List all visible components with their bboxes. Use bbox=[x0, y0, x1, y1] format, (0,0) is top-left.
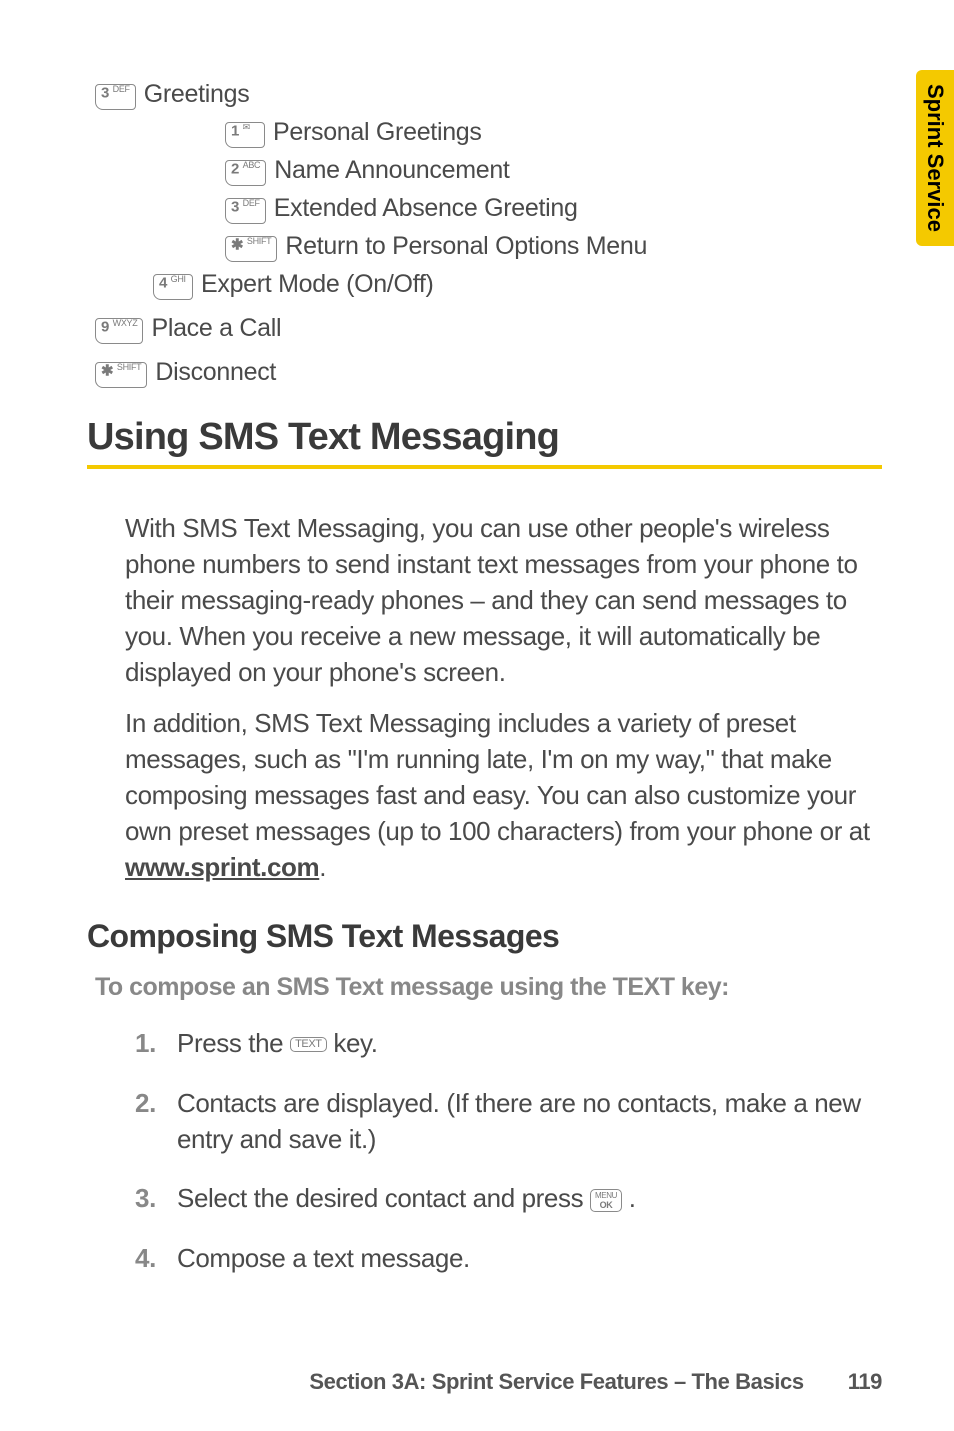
footer-section: Section 3A: Sprint Service Features – Th… bbox=[309, 1369, 803, 1395]
menu-item-greetings: 3 DEF Greetings bbox=[95, 80, 882, 110]
menu-label: Extended Absence Greeting bbox=[274, 194, 578, 223]
menu-item-expert-mode: 4 GHI Expert Mode (On/Off) bbox=[153, 270, 882, 300]
step3-text-b: . bbox=[622, 1183, 636, 1213]
menu-item-place-call: 9 WXYZ Place a Call bbox=[95, 314, 882, 344]
para2-text-a: In addition, SMS Text Messaging includes… bbox=[125, 708, 870, 846]
paragraph-1: With SMS Text Messaging, you can use oth… bbox=[125, 511, 882, 690]
step-2: Contacts are displayed. (If there are no… bbox=[135, 1086, 882, 1158]
step-3: Select the desired contact and press MEN… bbox=[135, 1181, 882, 1217]
page-content: 3 DEF Greetings 1 ✉ Personal Greetings 2… bbox=[0, 0, 954, 1277]
key-1-icon: 1 ✉ bbox=[225, 122, 265, 148]
key-4-icon: 4 GHI bbox=[153, 274, 193, 300]
menu-label: Return to Personal Options Menu bbox=[285, 232, 647, 261]
para2-text-b: . bbox=[319, 852, 326, 882]
key-3-icon: 3 DEF bbox=[95, 84, 136, 110]
menu-label: Name Announcement bbox=[274, 156, 509, 185]
subheading: Composing SMS Text Messages bbox=[87, 918, 882, 955]
step-4: Compose a text message. bbox=[135, 1241, 882, 1277]
step1-text-a: Press the bbox=[177, 1028, 290, 1058]
section-tab: Sprint Service bbox=[916, 70, 954, 246]
key-star-icon: ✱ SHIFT bbox=[225, 236, 277, 262]
key-star-icon: ✱ SHIFT bbox=[95, 362, 147, 388]
menu-item-extended-absence: 3 DEF Extended Absence Greeting bbox=[225, 194, 882, 224]
menu-ok-key-icon: MENUOK bbox=[590, 1189, 622, 1213]
page-number: 119 bbox=[848, 1369, 882, 1395]
menu-item-personal-greetings: 1 ✉ Personal Greetings bbox=[225, 118, 882, 148]
menu-label: Place a Call bbox=[151, 314, 281, 343]
menu-label: Greetings bbox=[144, 80, 250, 109]
menu-item-name-announcement: 2 ABC Name Announcement bbox=[225, 156, 882, 186]
steps-list: Press the TEXT key. Contacts are display… bbox=[135, 1026, 882, 1277]
heading-rule bbox=[87, 465, 882, 469]
step3-text-a: Select the desired contact and press bbox=[177, 1183, 590, 1213]
text-key-icon: TEXT bbox=[290, 1037, 327, 1052]
key-2-icon: 2 ABC bbox=[225, 160, 266, 186]
menu-item-return-options: ✱ SHIFT Return to Personal Options Menu bbox=[225, 232, 882, 262]
step-1: Press the TEXT key. bbox=[135, 1026, 882, 1062]
page-title: Using SMS Text Messaging bbox=[87, 416, 882, 459]
key-9-icon: 9 WXYZ bbox=[95, 318, 143, 344]
menu-label: Expert Mode (On/Off) bbox=[201, 270, 434, 299]
instruction-text: To compose an SMS Text message using the… bbox=[95, 973, 882, 1002]
step1-text-b: key. bbox=[327, 1028, 378, 1058]
page-footer: Section 3A: Sprint Service Features – Th… bbox=[0, 1369, 954, 1395]
key-3-icon: 3 DEF bbox=[225, 198, 266, 224]
menu-label: Personal Greetings bbox=[273, 118, 482, 147]
menu-label: Disconnect bbox=[155, 358, 276, 387]
sprint-link[interactable]: www.sprint.com bbox=[125, 852, 319, 882]
paragraph-2: In addition, SMS Text Messaging includes… bbox=[125, 706, 882, 885]
menu-item-disconnect: ✱ SHIFT Disconnect bbox=[95, 358, 882, 388]
